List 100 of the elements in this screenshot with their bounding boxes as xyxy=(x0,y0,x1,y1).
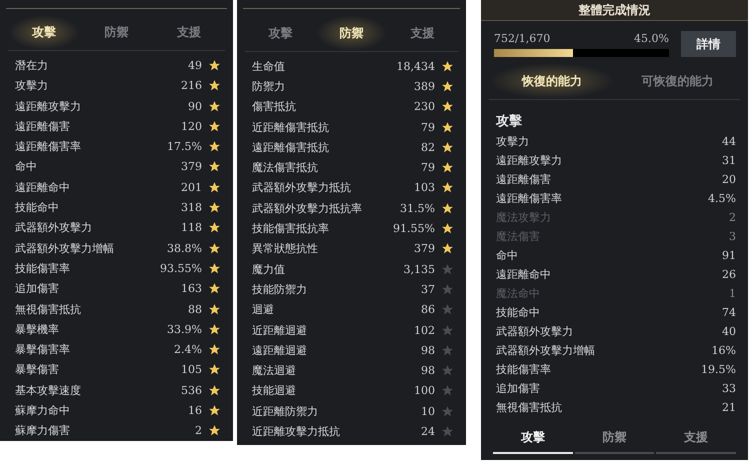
stat-value: 105 xyxy=(181,363,202,376)
stat-value: 44 xyxy=(722,135,736,148)
stat-value: 79 xyxy=(421,161,435,174)
section-heading: 攻擊 xyxy=(496,113,523,131)
stat-name: 攻擊力 xyxy=(496,134,530,149)
stat-value: 90 xyxy=(188,100,202,113)
stat-name: 傷害抵抗 xyxy=(252,99,297,114)
tab[interactable]: 防禦 xyxy=(80,14,153,50)
stat-value: 26 xyxy=(722,268,736,281)
stat-name: 暴擊傷害率 xyxy=(15,342,71,358)
stat-name: 遠距離攻擊力 xyxy=(15,98,82,114)
stat-name: 近距離傷害抵抗 xyxy=(252,120,330,135)
stat-name: 武器額外攻擊力抵抗率 xyxy=(252,200,363,216)
stat-name: 武器額外攻擊力 xyxy=(496,324,574,339)
tab[interactable]: 攻擊 xyxy=(493,425,573,454)
details-button[interactable]: 詳情 xyxy=(681,31,736,57)
stat-value: 37 xyxy=(421,282,435,296)
stat-name: 技能防禦力 xyxy=(252,282,308,297)
stat-value: 88 xyxy=(188,302,202,316)
tab[interactable]: 攻擊 xyxy=(8,14,80,50)
stat-value: 21 xyxy=(722,401,736,414)
stat-name: 魔力值 xyxy=(252,262,286,277)
tab[interactable]: 攻擊 xyxy=(245,15,316,51)
stat-value: 38.8% xyxy=(167,242,202,255)
stat-value: 379 xyxy=(414,242,435,256)
stat-name: 技能傷害抵抗率 xyxy=(252,221,330,236)
stat-value: 1 xyxy=(729,287,736,300)
stat-value: 163 xyxy=(181,282,202,296)
stat-name: 生命值 xyxy=(252,58,286,74)
stat-name: 技能命中 xyxy=(496,305,541,320)
stat-name: 遠距離迴避 xyxy=(252,342,308,358)
stat-value: 91 xyxy=(722,249,736,262)
stat-name: 蘇摩力傷害 xyxy=(15,423,71,438)
stat-value: 19.5% xyxy=(701,363,736,376)
stat-name: 遠距離命中 xyxy=(15,180,71,195)
stat-name: 蘇摩力命中 xyxy=(15,403,71,418)
stat-value: 79 xyxy=(421,120,435,134)
stat-name: 攻擊力 xyxy=(15,78,49,94)
stat-value: 103 xyxy=(414,181,435,194)
stat-name: 遠距離攻擊力 xyxy=(496,153,563,168)
tab[interactable]: 防禦 xyxy=(316,15,387,51)
stat-value: 33 xyxy=(722,382,736,395)
progress-count: 752/1,670 xyxy=(494,32,550,44)
stat-value: 10 xyxy=(421,404,435,418)
stat-name: 近距離攻擊力抵抗 xyxy=(252,424,341,439)
stat-value: 16 xyxy=(188,404,202,418)
stat-name: 武器額外攻擊力增幅 xyxy=(496,343,596,358)
stat-name: 技能迴避 xyxy=(252,383,297,398)
stat-name: 潛在力 xyxy=(15,58,49,73)
stat-value: 17.5% xyxy=(167,140,202,154)
stat-value: 24 xyxy=(421,424,435,438)
stat-name: 無視傷害抵抗 xyxy=(15,302,82,317)
tab[interactable]: 可恢復的能力 xyxy=(614,63,740,99)
stat-value: 33.9% xyxy=(167,322,202,336)
stat-value: 2 xyxy=(195,424,202,438)
stat-value: 3 xyxy=(729,230,736,243)
tab[interactable]: 支援 xyxy=(387,15,458,51)
stat-name: 追加傷害 xyxy=(496,381,541,396)
stat-value: 216 xyxy=(181,79,202,92)
panel-title: 整體完成情況 xyxy=(578,2,650,18)
tab[interactable]: 防禦 xyxy=(574,425,654,454)
stat-name: 命中 xyxy=(496,248,519,263)
stat-value: 536 xyxy=(181,384,202,397)
stat-name: 遠距離傷害 xyxy=(496,172,552,187)
stat-value: 2.4% xyxy=(174,343,202,356)
tab[interactable]: 支援 xyxy=(656,425,736,454)
stat-value: 318 xyxy=(181,201,202,214)
stat-name: 技能傷害率 xyxy=(496,362,552,377)
stat-name: 異常狀態抗性 xyxy=(252,241,319,256)
stat-value: 102 xyxy=(414,324,435,336)
stat-value: 2 xyxy=(729,211,736,224)
stat-value: 201 xyxy=(181,180,202,194)
stat-name: 魔法迴避 xyxy=(252,363,297,378)
stat-value: 3,135 xyxy=(404,262,435,276)
stat-name: 近距離迴避 xyxy=(252,322,308,338)
stat-name: 迴避 xyxy=(252,302,275,318)
progress-percent: 45.0% xyxy=(634,32,669,44)
stat-name: 命中 xyxy=(15,159,38,174)
stat-name: 防禦力 xyxy=(252,78,286,94)
stat-name: 魔法命中 xyxy=(496,286,541,301)
stat-value: 230 xyxy=(414,100,435,114)
stat-name: 遠距離傷害率 xyxy=(496,191,563,206)
stat-value: 98 xyxy=(421,364,435,378)
stat-value: 20 xyxy=(722,173,736,186)
stat-name: 追加傷害 xyxy=(15,281,60,296)
stat-value: 31.5% xyxy=(400,202,435,215)
stat-value: 16% xyxy=(712,344,736,357)
stat-name: 武器額外攻擊力抵抗 xyxy=(252,180,352,196)
stat-value: 4.5% xyxy=(708,192,736,205)
stat-name: 武器額外攻擊力增幅 xyxy=(15,240,115,256)
stat-value: 118 xyxy=(181,221,202,234)
stat-value: 74 xyxy=(722,306,736,319)
stat-value: 86 xyxy=(421,303,435,316)
stat-name: 無視傷害抵抗 xyxy=(496,400,563,415)
tab[interactable]: 支援 xyxy=(152,14,225,50)
stat-name: 遠距離傷害 xyxy=(15,118,71,134)
stat-name: 魔法攻擊力 xyxy=(496,210,552,225)
stat-value: 389 xyxy=(414,80,435,93)
stat-name: 遠距離傷害率 xyxy=(15,139,82,154)
stat-value: 100 xyxy=(414,384,435,398)
